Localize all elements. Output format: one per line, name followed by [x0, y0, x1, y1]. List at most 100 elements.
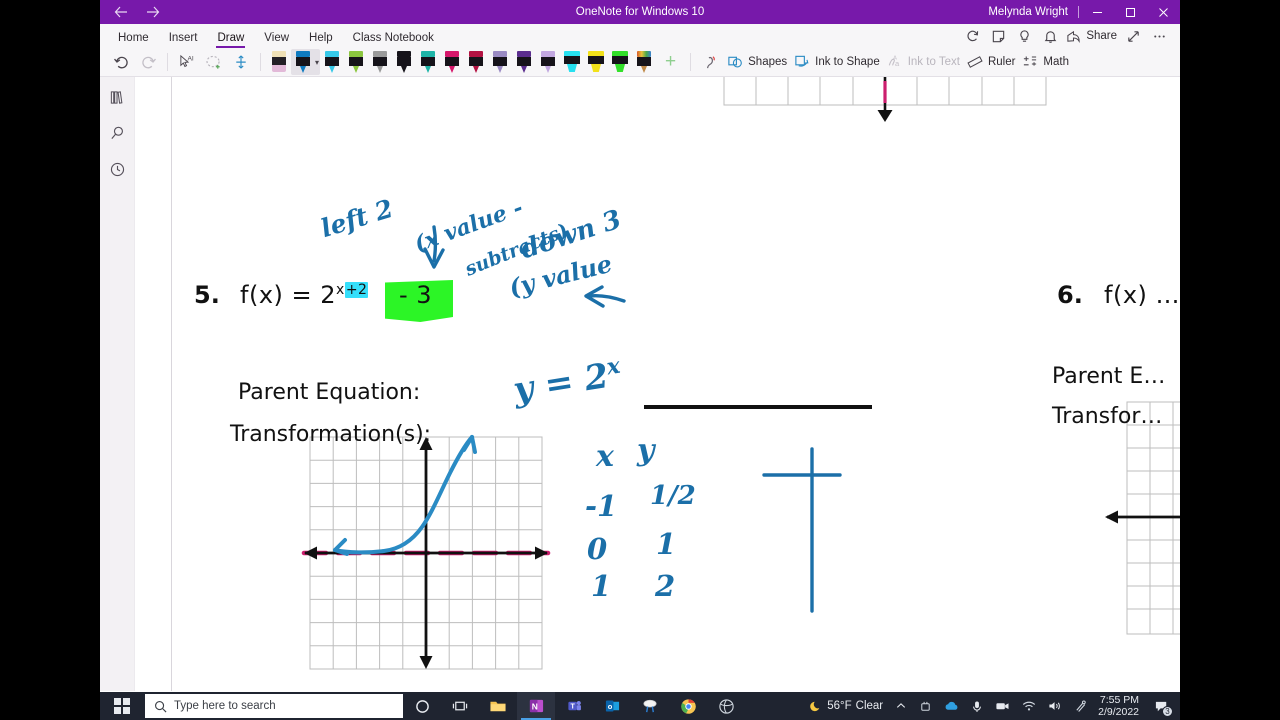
lightbulb-icon[interactable] — [1011, 23, 1037, 49]
letterbox-left — [0, 0, 100, 720]
pen-strip: ▾ — [267, 49, 656, 75]
close-button[interactable] — [1147, 0, 1180, 24]
pen-tray-icon[interactable] — [1069, 692, 1092, 720]
pen-black-icon — [394, 50, 414, 74]
note-canvas[interactable]: 5. f(x) = 2x+2 - 3 Parent Equation: Tran… — [172, 77, 1180, 691]
problem5-transformations-label: Transformation(s): — [230, 422, 432, 447]
taskbar-search-box[interactable]: Type here to search — [145, 694, 403, 718]
clock-icon[interactable] — [105, 157, 129, 181]
problem6-transformations-label: Transfor… — [1052, 404, 1163, 429]
pen-pen-teal[interactable] — [416, 49, 440, 75]
onenote-window: OneNote for Windows 10 Melynda Wright Ho… — [100, 0, 1180, 692]
ribbon-tabs: Home Insert Draw View Help Class Noteboo… — [100, 24, 1180, 48]
more-options-icon[interactable] — [1146, 23, 1172, 49]
taskbar-app-onenote[interactable]: N — [517, 692, 555, 720]
svg-text:N: N — [531, 701, 537, 711]
pen-pen-green[interactable] — [344, 49, 368, 75]
notification-icon[interactable]: 3 — [1148, 692, 1176, 720]
ruler-button[interactable]: Ruler — [964, 49, 1018, 75]
tab-help[interactable]: Help — [299, 30, 343, 48]
ink-to-shape-label: Ink to Shape — [815, 56, 880, 68]
pen-pen-magenta[interactable] — [440, 49, 464, 75]
select-tool-icon[interactable]: AI — [174, 49, 200, 75]
shapes-button[interactable]: Shapes — [724, 49, 790, 75]
chevron-down-icon[interactable]: ▾ — [315, 58, 319, 67]
ink-replay-icon[interactable] — [697, 49, 723, 75]
pen-pencil-rainbow[interactable] — [632, 49, 656, 75]
snip-icon[interactable] — [914, 692, 937, 720]
pen-pen-blue[interactable]: ▾ — [291, 49, 321, 75]
problem5-exponent-highlight: +2 — [344, 282, 369, 298]
sync-icon[interactable] — [959, 23, 985, 49]
redo-button[interactable] — [135, 49, 161, 75]
ribbon-right-commands: Share — [959, 24, 1180, 48]
add-pen-button[interactable]: + — [657, 49, 684, 75]
pen-eraser[interactable] — [267, 49, 291, 75]
undo-button[interactable] — [108, 49, 134, 75]
lasso-select-icon[interactable] — [201, 49, 227, 75]
title-bar: OneNote for Windows 10 Melynda Wright — [100, 0, 1180, 24]
tab-home[interactable]: Home — [108, 30, 159, 48]
weather-temperature: 56°F — [827, 700, 852, 712]
pen-teal-icon — [418, 50, 438, 74]
chevron-up-icon[interactable] — [890, 692, 912, 720]
pen-pen-crimson[interactable] — [464, 49, 488, 75]
forward-arrow-icon[interactable] — [140, 2, 166, 22]
shapes-label: Shapes — [748, 56, 788, 68]
taskbar-app-browser[interactable] — [707, 692, 745, 720]
pen-pen-darkpurple[interactable] — [512, 49, 536, 75]
minimize-button[interactable] — [1081, 0, 1114, 24]
letterbox-right — [1180, 0, 1280, 720]
math-button[interactable]: Math — [1019, 49, 1072, 75]
expand-icon[interactable] — [1120, 23, 1146, 49]
wifi-icon[interactable] — [1017, 692, 1041, 720]
search-placeholder: Type here to search — [174, 700, 276, 712]
tab-insert[interactable]: Insert — [159, 30, 208, 48]
taskbar-app-outlook[interactable]: o — [593, 692, 631, 720]
taskbar-app-snipping-tool[interactable] — [631, 692, 669, 720]
cloud-icon[interactable] — [939, 692, 964, 720]
ink-thickness-icon[interactable] — [228, 49, 254, 75]
titlebar-right: Melynda Wright — [988, 0, 1180, 24]
sticky-note-icon[interactable] — [985, 23, 1011, 49]
tab-view[interactable]: View — [254, 30, 299, 48]
taskbar-clock[interactable]: 7:55 PM 2/9/2022 — [1094, 692, 1146, 720]
pen-pen-cyan[interactable] — [320, 49, 344, 75]
speaker-icon[interactable] — [1043, 692, 1067, 720]
user-name[interactable]: Melynda Wright — [988, 6, 1078, 18]
svg-text:o: o — [607, 702, 612, 711]
pen-pen-silver[interactable] — [368, 49, 392, 75]
search-icon[interactable] — [105, 121, 129, 145]
taskbar-app-chrome[interactable] — [669, 692, 707, 720]
pen-pen-lavender[interactable] — [536, 49, 560, 75]
webcam-icon[interactable] — [990, 692, 1015, 720]
ink-to-shape-button[interactable]: Ink to Shape — [791, 49, 883, 75]
weather-widget[interactable]: 56°F Clear — [804, 692, 888, 720]
ink-arrow-left2-shaft — [432, 225, 438, 263]
taskbar-app-file-explorer[interactable] — [479, 692, 517, 720]
maximize-button[interactable] — [1114, 0, 1147, 24]
tab-class-notebook[interactable]: Class Notebook — [343, 30, 444, 48]
pen-pen-black[interactable] — [392, 49, 416, 75]
share-button[interactable]: Share — [1063, 23, 1120, 49]
bell-icon[interactable] — [1037, 23, 1063, 49]
task-view-icon[interactable] — [441, 692, 479, 720]
cortana-icon[interactable] — [403, 692, 441, 720]
microphone-icon[interactable] — [966, 692, 988, 720]
start-button[interactable] — [100, 692, 144, 720]
pen-highlighter-yellow[interactable] — [584, 49, 608, 75]
problem5-constant-term: - 3 — [399, 281, 433, 309]
taskbar-app-teams[interactable]: T — [555, 692, 593, 720]
pen-pen-lightpurple[interactable] — [488, 49, 512, 75]
highlighter-yellow-icon — [586, 50, 606, 74]
back-arrow-icon[interactable] — [108, 2, 134, 22]
page-list-panel[interactable] — [135, 77, 172, 691]
ink-to-text-button[interactable]: aA Ink to Text — [884, 49, 963, 75]
pen-highlighter-green[interactable] — [608, 49, 632, 75]
tab-draw[interactable]: Draw — [207, 30, 254, 48]
notebooks-icon[interactable] — [105, 85, 129, 109]
pen-highlighter-cyan[interactable] — [560, 49, 584, 75]
math-label: Math — [1043, 56, 1069, 68]
problem6-parent-equation-label: Parent E… — [1052, 364, 1166, 389]
toolbar-separator-1 — [167, 53, 168, 71]
